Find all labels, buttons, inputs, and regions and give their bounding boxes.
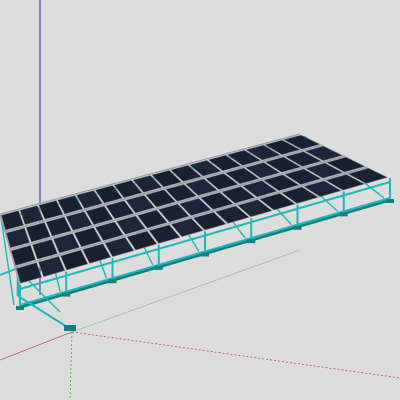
foot-block <box>16 306 24 310</box>
foot-block <box>154 265 163 270</box>
solar-array-3d-scene[interactable] <box>0 0 400 400</box>
model-viewport[interactable] <box>0 0 400 400</box>
foot-block <box>247 239 256 244</box>
foot-block <box>293 225 302 230</box>
foot-block <box>108 279 117 284</box>
foot-block <box>386 199 394 203</box>
foot-block <box>339 212 348 217</box>
foot-block <box>201 252 209 257</box>
corner-foot-block <box>64 325 76 331</box>
foot-block <box>62 292 71 297</box>
